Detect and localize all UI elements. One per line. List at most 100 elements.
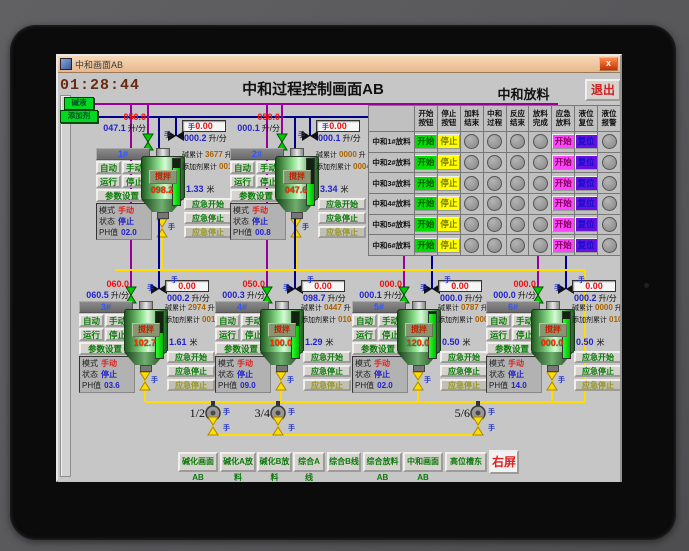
nav-button-8[interactable]: 高位槽东 xyxy=(445,452,487,472)
emergency-start-button[interactable]: 应急开始 xyxy=(574,351,620,363)
nav-button-3[interactable]: 碱化B放料 xyxy=(257,452,292,482)
state-value: 停止 xyxy=(374,370,390,379)
row-stop-button[interactable]: 停止 xyxy=(437,154,460,170)
status-indicator xyxy=(464,154,480,170)
right-screen-button[interactable]: 右屏 xyxy=(489,450,519,474)
run-button[interactable]: 运行 xyxy=(486,328,511,341)
emergency-stop-button[interactable]: 应急停止 xyxy=(303,365,351,377)
table-col-header: 液位 复位 xyxy=(574,105,598,131)
mode-label: 模式 xyxy=(218,359,234,368)
agitator-button[interactable]: 搅拌 xyxy=(405,323,433,337)
emergency-stop-button[interactable]: 应急停止 xyxy=(440,365,488,377)
run-button[interactable]: 运行 xyxy=(79,328,104,341)
table-cell xyxy=(482,151,506,173)
info-row: PH值 02.0 xyxy=(355,380,405,391)
manual-flag: 手 xyxy=(147,285,154,292)
row-emergency-button[interactable]: 开始 xyxy=(552,216,575,232)
row-stop-button[interactable]: 停止 xyxy=(437,216,460,232)
agitator-button[interactable]: 搅拌 xyxy=(132,323,160,337)
table-cell xyxy=(528,172,552,193)
row-reset-button[interactable]: 复位 xyxy=(575,237,598,253)
emergency-group: 应急开始 应急停止 应急停止 xyxy=(184,198,232,240)
flow-unit: 升/分 xyxy=(383,291,402,300)
emergency-start-button[interactable]: 应急开始 xyxy=(440,351,488,363)
nav-button-2[interactable]: 碱化A放料 xyxy=(220,452,256,482)
row-reset-button[interactable]: 复位 xyxy=(575,216,598,232)
alkali-total-label: 碱累计 xyxy=(165,305,186,312)
row-emergency-button[interactable]: 开始 xyxy=(552,175,575,191)
agitator-button[interactable]: 搅拌 xyxy=(283,170,311,184)
row-reset-button[interactable]: 复位 xyxy=(575,134,598,150)
table-cell: 停止 xyxy=(436,192,460,214)
col-header-line2: 完成 xyxy=(532,117,548,127)
exit-button[interactable]: 退出 xyxy=(585,79,620,101)
level-unit: 米 xyxy=(206,185,215,194)
auto-button[interactable]: 自动 xyxy=(230,161,255,174)
row-emergency-button[interactable]: 开始 xyxy=(552,196,575,212)
emergency-start-button[interactable]: 应急开始 xyxy=(318,198,366,210)
auto-button[interactable]: 自动 xyxy=(96,161,121,174)
manual-flag: 手 xyxy=(558,377,565,384)
discharge-valve-icon xyxy=(472,416,484,426)
row-reset-button[interactable]: 复位 xyxy=(575,175,598,191)
left-scrollbar[interactable] xyxy=(60,95,71,477)
emergency-stop-button[interactable]: 应急停止 xyxy=(167,365,215,377)
table-cell xyxy=(459,151,483,173)
close-icon[interactable]: x xyxy=(599,57,618,71)
emergency-stop-button[interactable]: 应急停止 xyxy=(318,212,366,224)
table-cell: 开始 xyxy=(551,234,575,255)
table-cell xyxy=(505,234,529,255)
row-reset-button[interactable]: 复位 xyxy=(575,196,598,212)
row-start-button[interactable]: 开始 xyxy=(414,196,437,212)
auto-button[interactable]: 自动 xyxy=(486,314,511,327)
table-cell: 开始 xyxy=(551,213,575,235)
row-stop-button[interactable]: 停止 xyxy=(437,196,460,212)
emergency-start-button[interactable]: 应急开始 xyxy=(167,351,215,363)
additive-total-label: 添加剂累计 xyxy=(438,317,473,324)
emergency-start-button[interactable]: 应急开始 xyxy=(184,198,232,210)
status-indicator xyxy=(532,175,548,191)
emergency-start-button[interactable]: 应急开始 xyxy=(303,351,351,363)
row-reset-button[interactable]: 复位 xyxy=(575,154,598,170)
agitator-button[interactable]: 搅拌 xyxy=(539,323,567,337)
camera-dot xyxy=(644,283,649,288)
row-stop-button[interactable]: 停止 xyxy=(437,134,460,150)
row-start-button[interactable]: 开始 xyxy=(414,216,437,232)
row-start-button[interactable]: 开始 xyxy=(414,237,437,253)
run-button[interactable]: 运行 xyxy=(352,328,377,341)
nav-button-7[interactable]: 中和画面AB xyxy=(403,452,443,482)
emergency-stop-button[interactable]: 应急停止 xyxy=(574,365,620,377)
row-stop-button[interactable]: 停止 xyxy=(437,237,460,253)
run-button[interactable]: 运行 xyxy=(230,175,255,188)
emergency-stop-button[interactable]: 应急停止 xyxy=(184,212,232,224)
emergency-stop-disabled-button: 应急停止 xyxy=(440,379,488,391)
row-start-button[interactable]: 开始 xyxy=(414,154,437,170)
manual-flag: 手 xyxy=(298,132,305,139)
auto-button[interactable]: 自动 xyxy=(352,314,377,327)
nav-button-5[interactable]: 综合B线 xyxy=(327,452,361,472)
ph-value: 02.0 xyxy=(377,381,393,390)
window-titlebar: 中和画面AB x xyxy=(58,56,620,73)
row-start-button[interactable]: 开始 xyxy=(414,134,437,150)
row-start-button[interactable]: 开始 xyxy=(414,175,437,191)
manual-flag: 手 xyxy=(164,132,171,139)
row-emergency-button[interactable]: 开始 xyxy=(552,237,575,253)
nav-button-1[interactable]: 碱化画面AB xyxy=(178,452,218,482)
nav-button-4[interactable]: 综合A线 xyxy=(293,452,325,482)
run-button[interactable]: 运行 xyxy=(96,175,121,188)
auto-button[interactable]: 自动 xyxy=(215,314,240,327)
agitator-button[interactable]: 搅拌 xyxy=(149,170,177,184)
row-emergency-button[interactable]: 开始 xyxy=(552,154,575,170)
info-row: PH值 14.0 xyxy=(489,380,539,391)
auto-button[interactable]: 自动 xyxy=(79,314,104,327)
nav-button-6[interactable]: 综合放料AB xyxy=(363,452,402,482)
col-header-line2: 过程 xyxy=(487,117,503,127)
table-cell: 停止 xyxy=(436,151,460,173)
additive-total-label: 添加剂累计 xyxy=(182,164,217,171)
row-emergency-button[interactable]: 开始 xyxy=(552,134,575,150)
run-button[interactable]: 运行 xyxy=(215,328,240,341)
agitator-button[interactable]: 搅拌 xyxy=(268,323,296,337)
row-stop-button[interactable]: 停止 xyxy=(437,175,460,191)
level-unit: 米 xyxy=(596,338,605,347)
emergency-stop-disabled-button: 应急停止 xyxy=(167,379,215,391)
